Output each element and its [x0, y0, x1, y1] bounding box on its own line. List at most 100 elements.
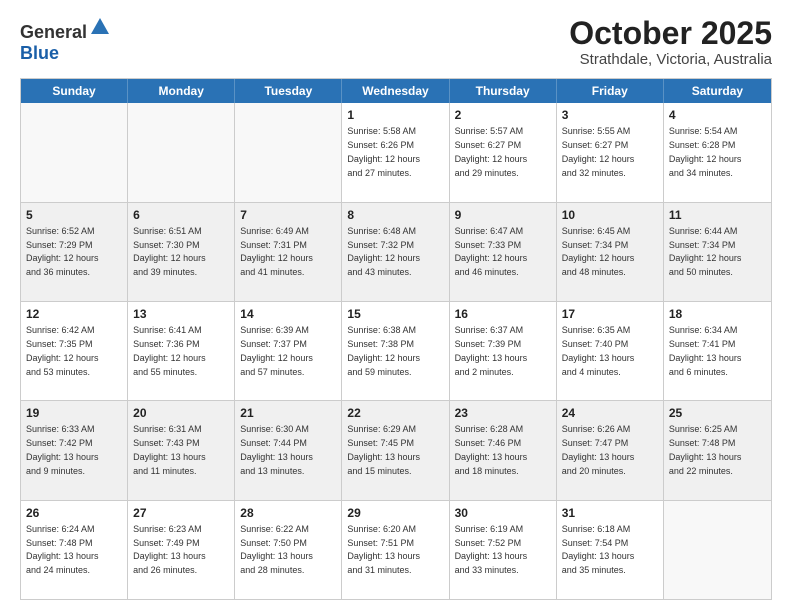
day-number: 29: [347, 505, 443, 521]
month-title: October 2025: [569, 16, 772, 51]
cell-info: Sunrise: 6:28 AMSunset: 7:46 PMDaylight:…: [455, 424, 528, 475]
calendar: Sunday Monday Tuesday Wednesday Thursday…: [20, 78, 772, 600]
cal-cell-w1-d6: 3 Sunrise: 5:55 AMSunset: 6:27 PMDaylight…: [557, 103, 664, 201]
logo-text: General Blue: [20, 16, 111, 64]
day-number: 21: [240, 405, 336, 421]
cal-cell-w3-d4: 15 Sunrise: 6:38 AMSunset: 7:38 PMDayligh…: [342, 302, 449, 400]
header-thursday: Thursday: [450, 79, 557, 103]
calendar-week-2: 5Sunrise: 6:52 AMSunset: 7:29 PMDaylight…: [21, 203, 771, 302]
cal-cell-w1-d1: [21, 103, 128, 201]
day-number: 8: [347, 207, 443, 223]
day-number: 31: [562, 505, 658, 521]
cal-cell-w4-d1: 19 Sunrise: 6:33 AMSunset: 7:42 PMDayligh…: [21, 401, 128, 499]
logo-general: General: [20, 22, 87, 42]
day-number: 30: [455, 505, 551, 521]
cal-cell-w2-d6: 10Sunrise: 6:45 AMSunset: 7:34 PMDayligh…: [557, 203, 664, 301]
cell-info: Sunrise: 5:57 AMSunset: 6:27 PMDaylight:…: [455, 126, 528, 177]
cal-cell-w2-d2: 6 Sunrise: 6:51 AMSunset: 7:30 PMDaylight…: [128, 203, 235, 301]
cell-info: Sunrise: 5:54 AMSunset: 6:28 PMDaylight:…: [669, 126, 742, 177]
cell-info: Sunrise: 6:49 AMSunset: 7:31 PMDaylight:…: [240, 226, 313, 277]
calendar-week-3: 12 Sunrise: 6:42 AMSunset: 7:35 PMDayligh…: [21, 302, 771, 401]
cal-cell-w2-d4: 8 Sunrise: 6:48 AMSunset: 7:32 PMDaylight…: [342, 203, 449, 301]
cell-info: Sunrise: 5:58 AMSunset: 6:26 PMDaylight:…: [347, 126, 420, 177]
logo-icon: [89, 16, 111, 38]
day-number: 11: [669, 207, 766, 223]
header-tuesday: Tuesday: [235, 79, 342, 103]
cell-info: Sunrise: 6:23 AMSunset: 7:49 PMDaylight:…: [133, 524, 206, 575]
day-number: 16: [455, 306, 551, 322]
cell-info: Sunrise: 6:33 AMSunset: 7:42 PMDaylight:…: [26, 424, 99, 475]
header-friday: Friday: [557, 79, 664, 103]
cell-info: Sunrise: 6:48 AMSunset: 7:32 PMDaylight:…: [347, 226, 420, 277]
cal-cell-w2-d3: 7 Sunrise: 6:49 AMSunset: 7:31 PMDaylight…: [235, 203, 342, 301]
cal-cell-w3-d2: 13 Sunrise: 6:41 AMSunset: 7:36 PMDayligh…: [128, 302, 235, 400]
cal-cell-w2-d7: 11 Sunrise: 6:44 AMSunset: 7:34 PMDayligh…: [664, 203, 771, 301]
calendar-week-5: 26Sunrise: 6:24 AMSunset: 7:48 PMDayligh…: [21, 501, 771, 599]
cal-cell-w4-d6: 24Sunrise: 6:26 AMSunset: 7:47 PMDayligh…: [557, 401, 664, 499]
cell-info: Sunrise: 6:42 AMSunset: 7:35 PMDaylight:…: [26, 325, 99, 376]
day-number: 25: [669, 405, 766, 421]
cell-info: Sunrise: 6:47 AMSunset: 7:33 PMDaylight:…: [455, 226, 528, 277]
cell-info: Sunrise: 6:37 AMSunset: 7:39 PMDaylight:…: [455, 325, 528, 376]
logo: General Blue: [20, 16, 111, 64]
cal-cell-w1-d5: 2Sunrise: 5:57 AMSunset: 6:27 PMDaylight…: [450, 103, 557, 201]
cal-cell-w4-d3: 21 Sunrise: 6:30 AMSunset: 7:44 PMDayligh…: [235, 401, 342, 499]
header-saturday: Saturday: [664, 79, 771, 103]
day-number: 13: [133, 306, 229, 322]
cal-cell-w5-d5: 30 Sunrise: 6:19 AMSunset: 7:52 PMDayligh…: [450, 501, 557, 599]
cal-cell-w4-d5: 23 Sunrise: 6:28 AMSunset: 7:46 PMDayligh…: [450, 401, 557, 499]
day-number: 20: [133, 405, 229, 421]
cal-cell-w3-d7: 18Sunrise: 6:34 AMSunset: 7:41 PMDayligh…: [664, 302, 771, 400]
cell-info: Sunrise: 6:25 AMSunset: 7:48 PMDaylight:…: [669, 424, 742, 475]
day-number: 15: [347, 306, 443, 322]
calendar-week-4: 19 Sunrise: 6:33 AMSunset: 7:42 PMDayligh…: [21, 401, 771, 500]
day-number: 1: [347, 107, 443, 123]
day-number: 9: [455, 207, 551, 223]
day-number: 12: [26, 306, 122, 322]
header-monday: Monday: [128, 79, 235, 103]
header: General Blue October 2025 Strathdale, Vi…: [20, 16, 772, 68]
cell-info: Sunrise: 6:35 AMSunset: 7:40 PMDaylight:…: [562, 325, 635, 376]
day-number: 18: [669, 306, 766, 322]
day-number: 3: [562, 107, 658, 123]
page: General Blue October 2025 Strathdale, Vi…: [0, 0, 792, 612]
cell-info: Sunrise: 6:38 AMSunset: 7:38 PMDaylight:…: [347, 325, 420, 376]
day-number: 27: [133, 505, 229, 521]
cal-cell-w4-d7: 25 Sunrise: 6:25 AMSunset: 7:48 PMDayligh…: [664, 401, 771, 499]
cell-info: Sunrise: 6:41 AMSunset: 7:36 PMDaylight:…: [133, 325, 206, 376]
cal-cell-w5-d6: 31Sunrise: 6:18 AMSunset: 7:54 PMDayligh…: [557, 501, 664, 599]
cell-info: Sunrise: 6:20 AMSunset: 7:51 PMDaylight:…: [347, 524, 420, 575]
cell-info: Sunrise: 6:39 AMSunset: 7:37 PMDaylight:…: [240, 325, 313, 376]
day-number: 10: [562, 207, 658, 223]
day-number: 17: [562, 306, 658, 322]
cell-info: Sunrise: 6:26 AMSunset: 7:47 PMDaylight:…: [562, 424, 635, 475]
day-number: 19: [26, 405, 122, 421]
cal-cell-w5-d4: 29 Sunrise: 6:20 AMSunset: 7:51 PMDayligh…: [342, 501, 449, 599]
cell-info: Sunrise: 5:55 AMSunset: 6:27 PMDaylight:…: [562, 126, 635, 177]
day-number: 7: [240, 207, 336, 223]
cell-info: Sunrise: 6:31 AMSunset: 7:43 PMDaylight:…: [133, 424, 206, 475]
cal-cell-w3-d3: 14 Sunrise: 6:39 AMSunset: 7:37 PMDayligh…: [235, 302, 342, 400]
cal-cell-w3-d1: 12 Sunrise: 6:42 AMSunset: 7:35 PMDayligh…: [21, 302, 128, 400]
calendar-header: Sunday Monday Tuesday Wednesday Thursday…: [21, 79, 771, 103]
title-section: October 2025 Strathdale, Victoria, Austr…: [569, 16, 772, 68]
cell-info: Sunrise: 6:30 AMSunset: 7:44 PMDaylight:…: [240, 424, 313, 475]
cell-info: Sunrise: 6:44 AMSunset: 7:34 PMDaylight:…: [669, 226, 742, 277]
cell-info: Sunrise: 6:52 AMSunset: 7:29 PMDaylight:…: [26, 226, 99, 277]
day-number: 23: [455, 405, 551, 421]
cell-info: Sunrise: 6:22 AMSunset: 7:50 PMDaylight:…: [240, 524, 313, 575]
cal-cell-w1-d7: 4Sunrise: 5:54 AMSunset: 6:28 PMDaylight…: [664, 103, 771, 201]
calendar-body: 1 Sunrise: 5:58 AMSunset: 6:26 PMDaylight…: [21, 103, 771, 599]
day-number: 26: [26, 505, 122, 521]
calendar-week-1: 1 Sunrise: 5:58 AMSunset: 6:26 PMDaylight…: [21, 103, 771, 202]
cell-info: Sunrise: 6:19 AMSunset: 7:52 PMDaylight:…: [455, 524, 528, 575]
cal-cell-w5-d7: [664, 501, 771, 599]
cal-cell-w4-d4: 22Sunrise: 6:29 AMSunset: 7:45 PMDayligh…: [342, 401, 449, 499]
cal-cell-w1-d2: [128, 103, 235, 201]
day-number: 14: [240, 306, 336, 322]
day-number: 28: [240, 505, 336, 521]
cell-info: Sunrise: 6:51 AMSunset: 7:30 PMDaylight:…: [133, 226, 206, 277]
cal-cell-w4-d2: 20 Sunrise: 6:31 AMSunset: 7:43 PMDayligh…: [128, 401, 235, 499]
cal-cell-w5-d2: 27 Sunrise: 6:23 AMSunset: 7:49 PMDayligh…: [128, 501, 235, 599]
day-number: 6: [133, 207, 229, 223]
